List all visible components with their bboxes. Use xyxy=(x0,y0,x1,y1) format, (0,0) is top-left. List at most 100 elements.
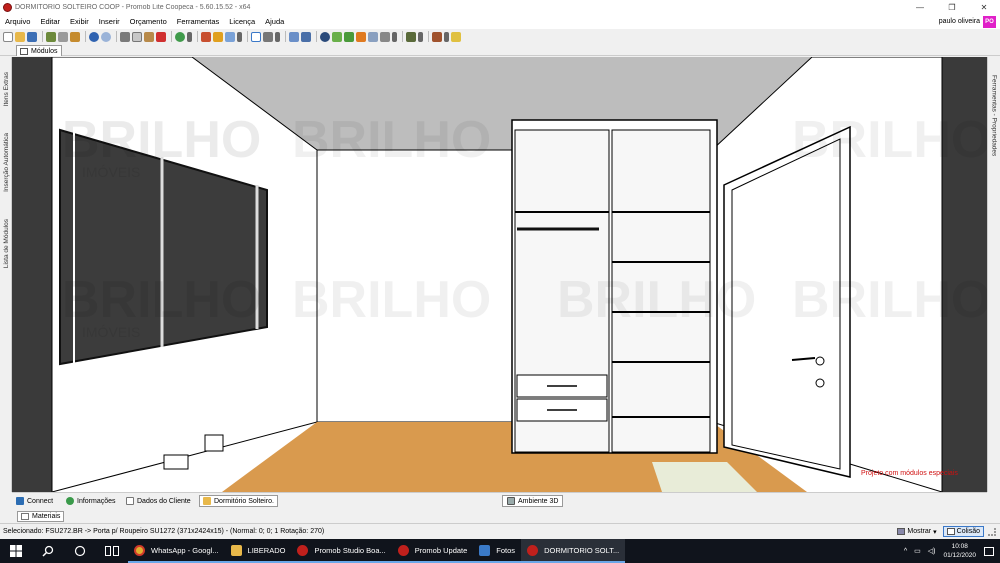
resize-grip-icon[interactable] xyxy=(988,527,996,536)
user-name: paulo oliveira xyxy=(938,18,980,25)
catalog-icon[interactable] xyxy=(70,31,80,42)
chevron-down-icon[interactable] xyxy=(275,31,280,42)
tab-lista-modulos[interactable]: Lista de Módulos xyxy=(1,209,11,279)
toolbar-separator xyxy=(171,31,172,42)
toolbar-separator xyxy=(85,31,86,42)
tab-dormitorio-solteiro[interactable]: Dormitório Solteiro. xyxy=(199,495,278,507)
toolbar-separator xyxy=(42,31,43,42)
windows-logo-icon xyxy=(10,545,22,557)
clock[interactable]: 10:08 01/12/2020 xyxy=(943,542,976,560)
chevron-down-icon[interactable] xyxy=(392,31,397,42)
clock-date: 01/12/2020 xyxy=(943,552,976,559)
promob-app-icon xyxy=(3,2,12,12)
chevron-down-icon[interactable] xyxy=(444,31,449,42)
collision-toggle[interactable]: Colisão xyxy=(942,526,984,537)
network-icon[interactable]: ▭ xyxy=(914,547,921,555)
tab-ferramentas-propriedades[interactable]: Ferramentas - Propriedades xyxy=(989,63,999,169)
render-icon[interactable] xyxy=(46,31,56,42)
chevron-up-icon[interactable]: ^ xyxy=(904,548,907,555)
task-view-2-icon[interactable] xyxy=(96,539,128,563)
tab-dados-cliente[interactable]: Dados do Cliente xyxy=(126,495,191,507)
wall-outlet xyxy=(204,434,224,452)
open-folder-icon[interactable] xyxy=(15,31,25,42)
view-top-icon[interactable] xyxy=(289,31,299,42)
materials-icon xyxy=(21,513,29,520)
promob-window: DORMITORIO SOLTEIRO COOP - Promob Lite C… xyxy=(0,0,1000,563)
module-color-icon[interactable] xyxy=(213,31,223,42)
menu-inserir[interactable]: Inserir xyxy=(94,17,125,26)
taskbar-app-whatsapp[interactable]: WhatsApp - Googl... xyxy=(128,539,225,563)
menu-ajuda[interactable]: Ajuda xyxy=(260,17,289,26)
status-controls: Mostrar ▾ Colisão xyxy=(897,526,1000,537)
taskbar-app-promob-update[interactable]: Promob Update xyxy=(391,539,474,563)
zoom-icon[interactable] xyxy=(332,31,342,42)
menu-licenca[interactable]: Licença xyxy=(224,17,260,26)
notifications-icon[interactable] xyxy=(984,546,994,556)
chevron-down-icon[interactable] xyxy=(187,31,192,42)
pan-icon[interactable] xyxy=(368,31,378,42)
delete-icon[interactable] xyxy=(156,31,166,42)
tab-informacoes[interactable]: Informações xyxy=(66,495,116,507)
redo-icon[interactable] xyxy=(101,31,111,42)
volume-icon[interactable]: ◁) xyxy=(928,547,936,555)
user-area[interactable]: paulo oliveira PO xyxy=(938,15,1000,28)
menu-editar[interactable]: Editar xyxy=(35,17,65,26)
save-icon[interactable] xyxy=(27,31,37,42)
avatar[interactable]: PO xyxy=(983,15,996,28)
tab-insercao-automatica[interactable]: Inserção Automática xyxy=(1,121,11,203)
tab-ferramentas-propriedades-label: Ferramentas - Propriedades xyxy=(990,75,998,157)
zoom-in-icon[interactable] xyxy=(344,31,354,42)
3d-viewport[interactable]: BRILHO IMÓVEIS BRILHO IMÓVEIS BRILHO BRI… xyxy=(12,57,987,492)
window-title: DORMITORIO SOLTEIRO COOP - Promob Lite C… xyxy=(15,3,251,11)
tab-itens-extras[interactable]: Itens Extras xyxy=(1,63,11,115)
minimize-button[interactable]: — xyxy=(904,0,936,14)
draw-icon[interactable] xyxy=(225,31,235,42)
taskbar-app-liberado[interactable]: LIBERADO xyxy=(224,539,292,563)
toolbar-separator xyxy=(197,31,198,42)
door-knob xyxy=(815,356,825,366)
move-icon[interactable] xyxy=(263,31,273,42)
copy-icon[interactable] xyxy=(132,31,142,42)
camera-icon[interactable] xyxy=(380,31,390,42)
undo-icon[interactable] xyxy=(89,31,99,42)
taskbar-app-dormitorio[interactable]: DORMITORIO SOLT... xyxy=(521,539,626,563)
watermark-text: BRILHO xyxy=(62,111,261,169)
print-icon[interactable] xyxy=(58,31,68,42)
task-view-icon[interactable] xyxy=(64,539,96,563)
new-file-icon[interactable] xyxy=(3,31,13,42)
show-dropdown[interactable]: Mostrar ▾ xyxy=(897,528,937,536)
menu-arquivo[interactable]: Arquivo xyxy=(0,17,35,26)
eye-icon[interactable] xyxy=(320,31,330,42)
left-side-panel: Itens Extras Inserção Automática Lista d… xyxy=(0,57,12,492)
tab-connect[interactable]: Connect xyxy=(16,495,53,507)
paint-icon[interactable] xyxy=(432,31,442,42)
bottom-tabs: Connect Informações Dados do Cliente Dor… xyxy=(12,492,987,508)
close-button[interactable]: ✕ xyxy=(968,0,1000,14)
door-lock xyxy=(815,378,825,388)
taskbar-app-promob-studio[interactable]: Promob Studio Boa... xyxy=(291,539,392,563)
chevron-down-icon[interactable] xyxy=(418,31,423,42)
zoom-out-icon[interactable] xyxy=(356,31,366,42)
menu-exibir[interactable]: Exibir xyxy=(65,17,94,26)
restore-button[interactable]: ❐ xyxy=(936,0,968,14)
search-icon[interactable] xyxy=(32,539,64,563)
menu-ferramentas[interactable]: Ferramentas xyxy=(172,17,225,26)
paste-icon[interactable] xyxy=(144,31,154,42)
chevron-down-icon[interactable] xyxy=(237,31,242,42)
layers-icon[interactable] xyxy=(175,31,185,42)
cube-icon[interactable] xyxy=(406,31,416,42)
tab-ambiente-3d[interactable]: Ambiente 3D xyxy=(502,495,564,507)
taskbar-app-fotos[interactable]: Fotos xyxy=(473,539,522,563)
start-button[interactable] xyxy=(0,539,32,563)
tab-modulos[interactable]: Módulos xyxy=(16,45,63,56)
tab-ambiente-3d-label: Ambiente 3D xyxy=(518,497,559,505)
view-3d-icon[interactable] xyxy=(301,31,311,42)
tab-materiais[interactable]: Materiais xyxy=(17,511,65,522)
wand-icon[interactable] xyxy=(451,31,461,42)
folder-icon xyxy=(203,497,211,505)
menu-orcamento[interactable]: Orçamento xyxy=(125,17,172,26)
cut-icon[interactable] xyxy=(120,31,130,42)
select-cursor-icon[interactable] xyxy=(251,31,261,42)
selection-status: Selecionado: FSU272.BR -> Porta p/ Roupe… xyxy=(3,528,325,535)
module-edit-icon[interactable] xyxy=(201,31,211,42)
